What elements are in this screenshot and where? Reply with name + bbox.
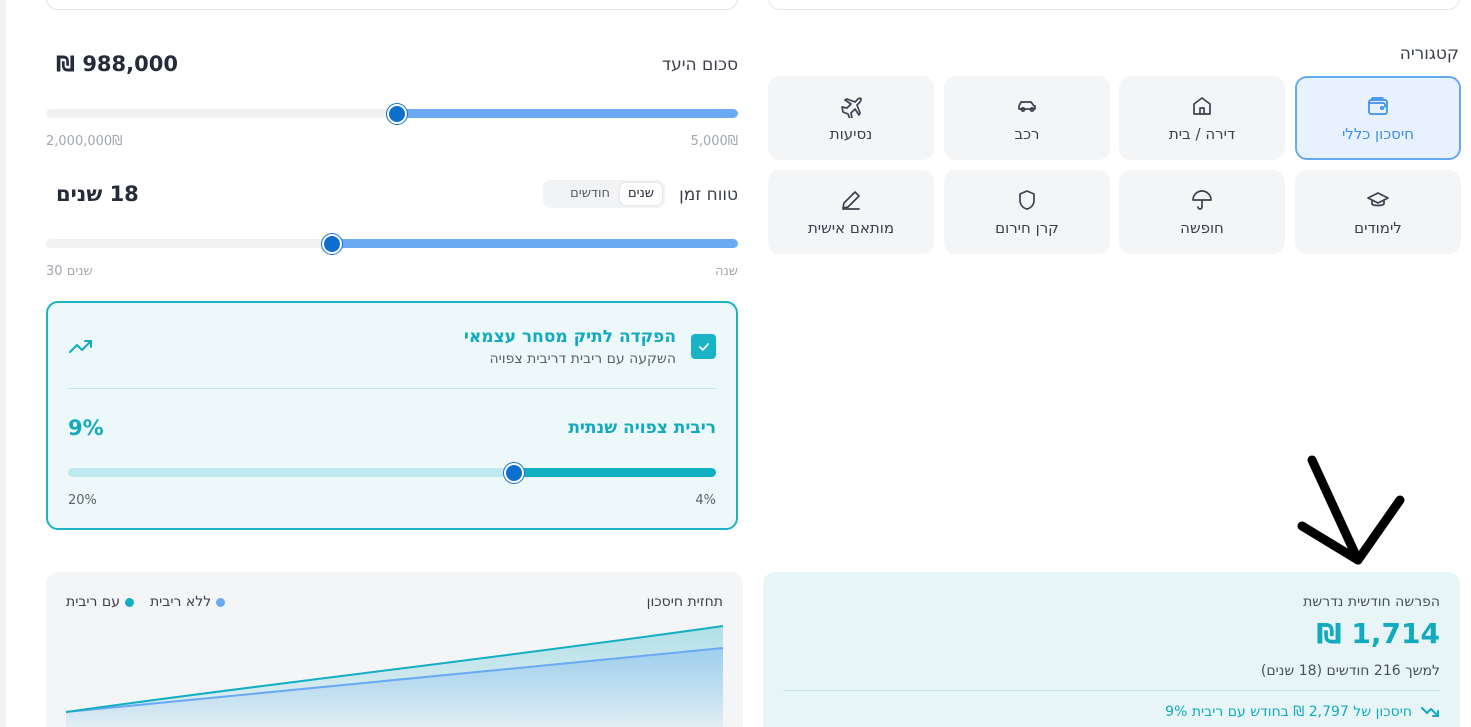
category-travel[interactable]: נסיעות bbox=[768, 76, 934, 160]
rate-max-label: 20% bbox=[68, 493, 97, 508]
plane-icon bbox=[841, 96, 862, 118]
legend-dot-blue bbox=[216, 597, 226, 607]
category-label: נסיעות bbox=[829, 124, 873, 143]
investment-subtitle: השקעה עם ריבית דריבית צפויה bbox=[489, 351, 676, 367]
legend-dot-teal bbox=[124, 597, 134, 607]
legend-no-interest-label: ללא ריבית bbox=[149, 594, 212, 610]
category-label: חיסכון כללי bbox=[1341, 124, 1415, 143]
toggle-years[interactable]: שנים bbox=[620, 183, 662, 205]
graduation-cap-icon bbox=[1367, 191, 1389, 206]
investment-card: הפקדה לתיק מסחר עצמאי השקעה עם ריבית דרי… bbox=[46, 301, 738, 530]
investment-title: הפקדה לתיק מסחר עצמאי bbox=[463, 327, 676, 347]
category-vacation[interactable]: חופשה bbox=[1119, 170, 1285, 254]
category-label: רכב bbox=[1014, 124, 1040, 143]
goal-slider-fill bbox=[397, 109, 738, 118]
forecast-card: תחזית חיסכון ללא ריבית עם ריבית bbox=[46, 572, 743, 727]
category-car[interactable]: רכב bbox=[944, 76, 1110, 160]
result-title: הפרשה חודשית נדרשת bbox=[1303, 594, 1440, 610]
annotation-arrow-icon bbox=[1297, 455, 1405, 565]
toggle-months[interactable]: חודשים bbox=[562, 183, 618, 205]
legend-with-interest-label: עם ריבית bbox=[66, 594, 120, 610]
result-saving-row: חיסכון של 2,797 ₪ בחודש עם ריבית 9% bbox=[1165, 704, 1440, 720]
result-amount: 1,714 ₪ bbox=[1316, 617, 1440, 650]
rate-slider-thumb[interactable] bbox=[503, 463, 524, 483]
result-card: הפרשה חודשית נדרשת 1,714 ₪ למשך 216 חודש… bbox=[763, 572, 1460, 727]
category-label: חופשה bbox=[1180, 218, 1224, 237]
forecast-legend: ללא ריבית עם ריבית bbox=[66, 594, 226, 610]
shield-icon bbox=[1019, 189, 1035, 210]
investment-divider bbox=[68, 388, 716, 389]
goal-max-label: 2,000,000₪ bbox=[46, 134, 123, 149]
home-icon bbox=[1193, 96, 1211, 115]
investment-checkbox[interactable] bbox=[691, 334, 716, 359]
legend-with-interest: עם ריבית bbox=[66, 594, 134, 610]
wallet-icon bbox=[1368, 96, 1388, 115]
rate-slider-fill bbox=[513, 468, 716, 477]
result-divider bbox=[783, 690, 1440, 691]
forecast-chart bbox=[65, 625, 724, 727]
category-label: לימודים bbox=[1354, 218, 1402, 237]
rate-slider-track bbox=[68, 468, 716, 477]
page-left-edge bbox=[0, 0, 6, 727]
check-icon bbox=[698, 342, 709, 351]
timeframe-max-label: 30 שנים bbox=[46, 264, 93, 279]
pencil-icon bbox=[842, 190, 860, 210]
category-home[interactable]: דירה / בית bbox=[1119, 76, 1285, 160]
timeframe-slider[interactable] bbox=[46, 234, 738, 254]
category-label: מותאם אישית bbox=[807, 218, 895, 237]
rate-min-label: 4% bbox=[695, 493, 716, 508]
category-education[interactable]: לימודים bbox=[1295, 170, 1461, 254]
legend-no-interest: ללא ריבית bbox=[149, 594, 226, 610]
category-label: קרן חירום bbox=[995, 218, 1059, 237]
timeframe-value: 18 שנים bbox=[56, 182, 139, 206]
category-emergency-fund[interactable]: קרן חירום bbox=[944, 170, 1110, 254]
goal-label: סכום היעד bbox=[661, 55, 738, 75]
timeframe-slider-fill bbox=[332, 239, 738, 248]
trending-down-icon bbox=[1421, 707, 1439, 717]
rate-slider[interactable] bbox=[68, 463, 716, 483]
goal-min-label: 5,000₪ bbox=[690, 134, 738, 149]
category-label: דירה / בית bbox=[1168, 124, 1236, 143]
timeframe-slider-track bbox=[46, 239, 738, 248]
trending-up-icon bbox=[69, 340, 92, 353]
rate-value: 9% bbox=[68, 416, 104, 440]
timeframe-slider-thumb[interactable] bbox=[322, 234, 343, 254]
goal-value: 988,000 ₪ bbox=[56, 52, 178, 76]
category-general-savings[interactable]: חיסכון כללי bbox=[1295, 76, 1461, 160]
top-card-right bbox=[768, 0, 1460, 10]
umbrella-icon bbox=[1192, 189, 1212, 210]
area-no-interest bbox=[66, 648, 723, 727]
category-custom[interactable]: מותאם אישית bbox=[768, 170, 934, 254]
top-card-left bbox=[46, 0, 738, 10]
result-saving-note: חיסכון של 2,797 ₪ בחודש עם ריבית 9% bbox=[1165, 704, 1412, 720]
car-icon bbox=[1018, 100, 1036, 112]
timeframe-label: טווח זמן bbox=[679, 185, 738, 205]
timeframe-min-label: שנה bbox=[715, 264, 738, 279]
goal-slider[interactable] bbox=[46, 104, 738, 124]
timeframe-unit-toggle[interactable]: שנים חודשים bbox=[543, 180, 665, 208]
rate-label: ריבית צפויה שנתית bbox=[568, 418, 716, 438]
forecast-title: תחזית חיסכון bbox=[646, 594, 723, 610]
goal-slider-thumb[interactable] bbox=[387, 104, 408, 124]
category-title: קטגוריה bbox=[1399, 44, 1459, 64]
result-duration: למשך 216 חודשים (18 שנים) bbox=[1260, 663, 1440, 679]
